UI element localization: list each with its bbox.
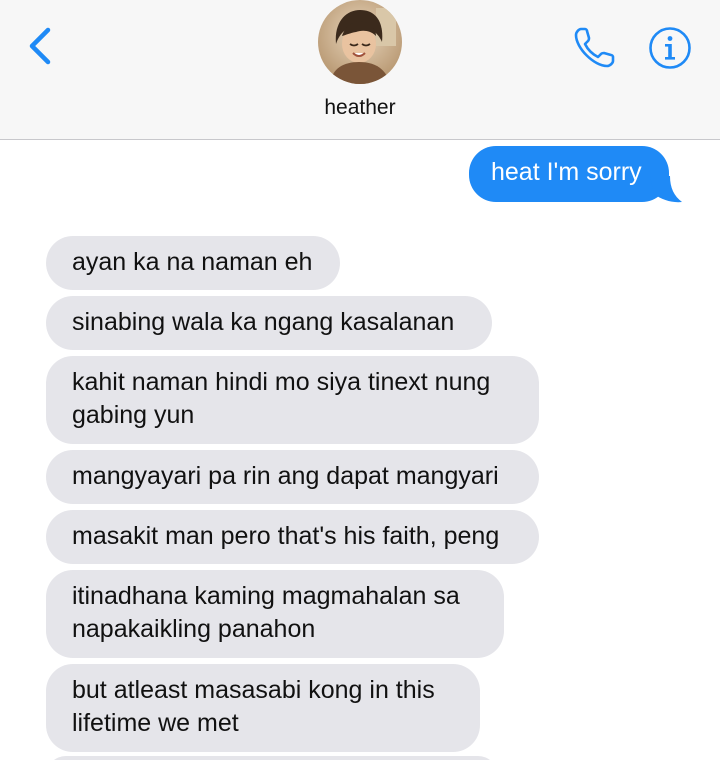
contact-name[interactable]: heather [0,96,720,120]
message-text: sinabing wala ka ngang kasalanan [72,308,455,336]
message-text: ayan ka na naman eh [72,248,313,276]
message-text-line: itinadhana kaming magmahalan sa [72,582,460,610]
messages-screen: heather heat I'm sorry ayan ka na naman … [0,0,720,760]
message-bubble-received[interactable]: sinabing wala ka ngang kasalanan [46,296,492,350]
message-text: masakit man pero that's his faith, peng [72,522,500,550]
phone-icon [574,27,615,68]
sent-bubble-tail [650,176,682,203]
message-bubble-received[interactable]: but atleast masasabi kong in this lifeti… [46,664,480,752]
contact-avatar[interactable] [318,0,402,84]
message-text-line: but atleast masasabi kong in this [72,676,435,704]
message-text-line: gabing yun [72,401,195,429]
conversation-header: heather [0,0,720,140]
message-text-line: kahit naman hindi mo siya tinext nung [72,368,491,396]
info-button[interactable] [648,26,692,70]
chevron-left-icon [29,27,51,65]
message-bubble-received[interactable]: kahit naman hindi mo siya tinext nung ga… [46,356,539,444]
avatar-photo [318,0,402,84]
call-button[interactable] [572,24,618,70]
message-bubble-received[interactable]: mangyayari pa rin ang dapat mangyari [46,450,539,504]
message-text-line: lifetime we met [72,709,239,737]
message-bubble-received[interactable]: ayan ka na naman eh [46,236,340,290]
message-bubble-received-partial[interactable] [46,756,498,760]
back-button[interactable] [22,24,58,68]
message-bubble-received[interactable]: itinadhana kaming magmahalan sa napakaik… [46,570,504,658]
message-bubble-sent[interactable]: heat I'm sorry [469,146,669,202]
message-text: mangyayari pa rin ang dapat mangyari [72,462,499,490]
info-icon [649,27,691,69]
message-text: heat I'm sorry [491,158,642,186]
message-text-line: napakaikling panahon [72,615,316,643]
message-bubble-received[interactable]: masakit man pero that's his faith, peng [46,510,539,564]
